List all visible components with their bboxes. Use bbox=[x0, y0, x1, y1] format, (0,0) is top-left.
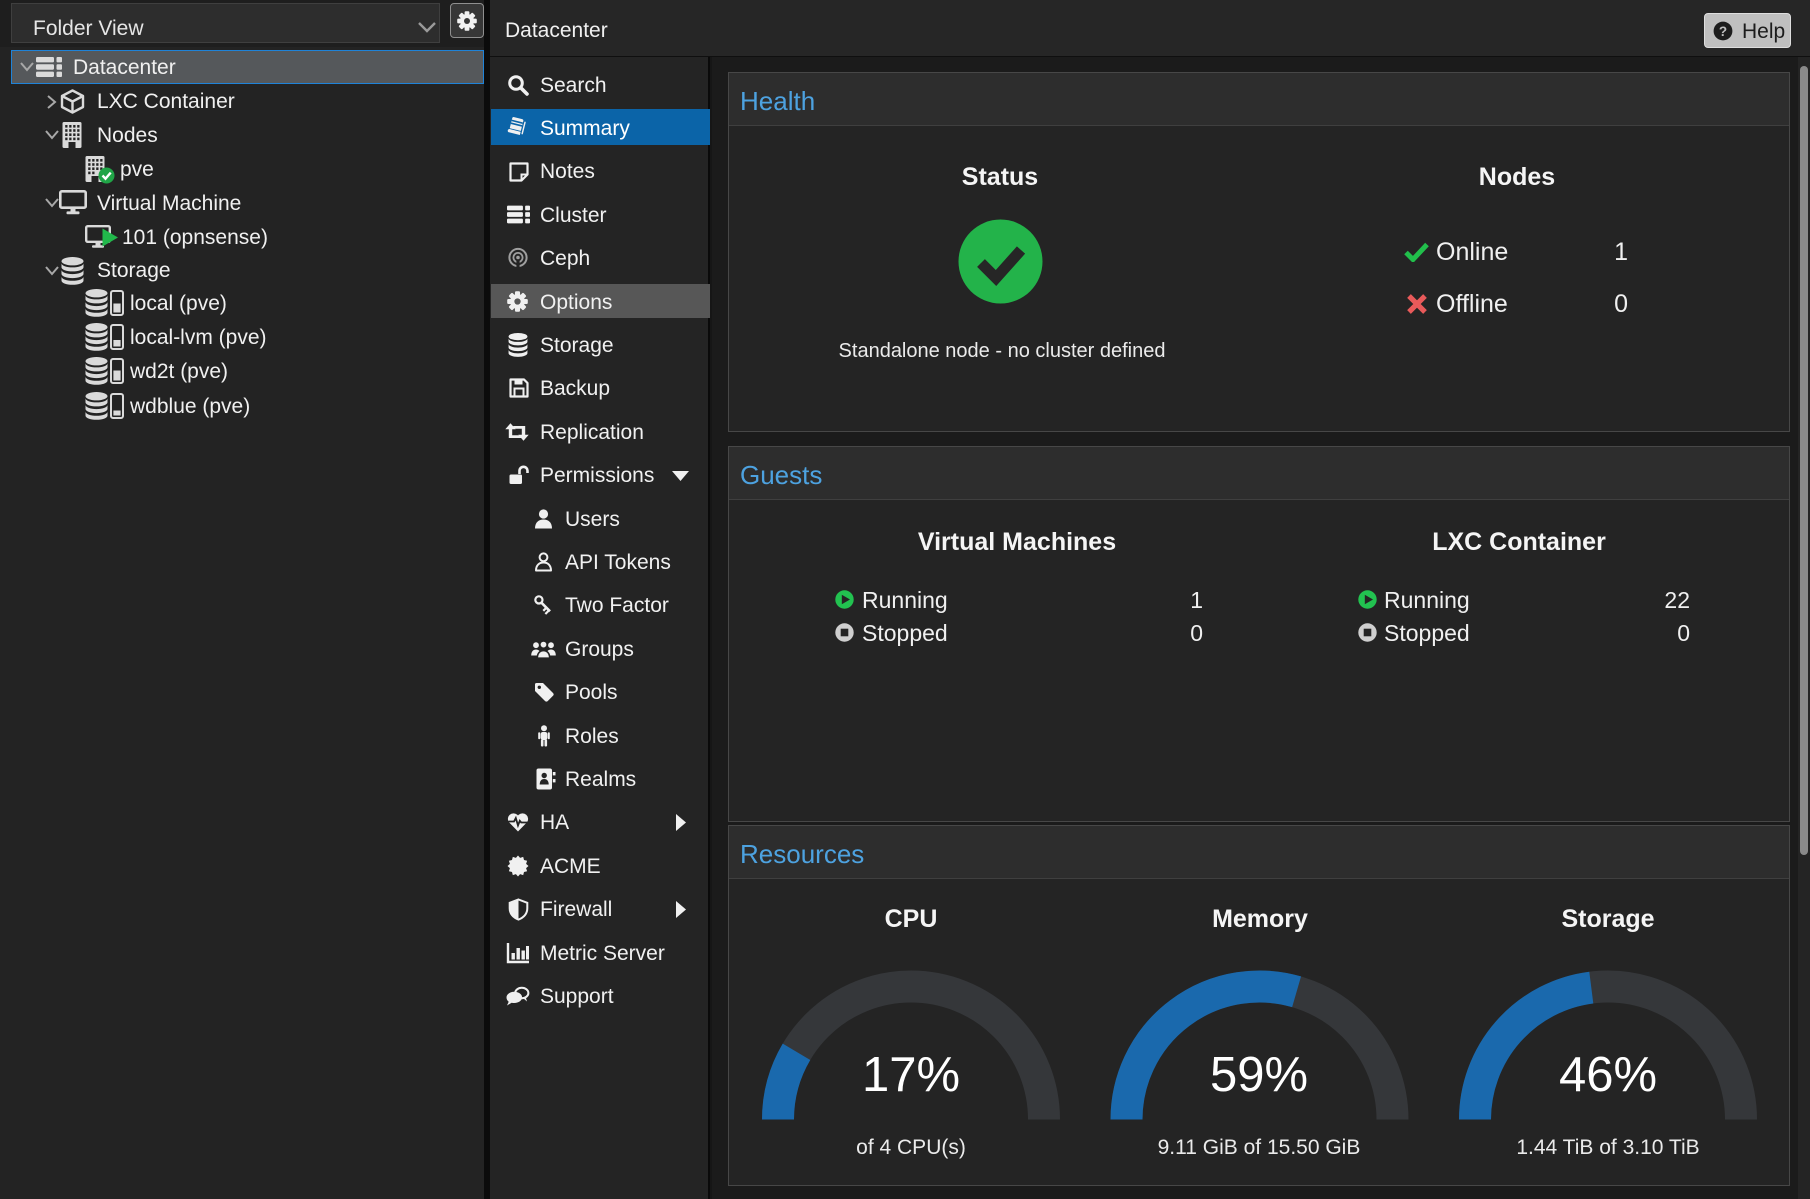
svg-text:?: ? bbox=[1719, 24, 1727, 39]
